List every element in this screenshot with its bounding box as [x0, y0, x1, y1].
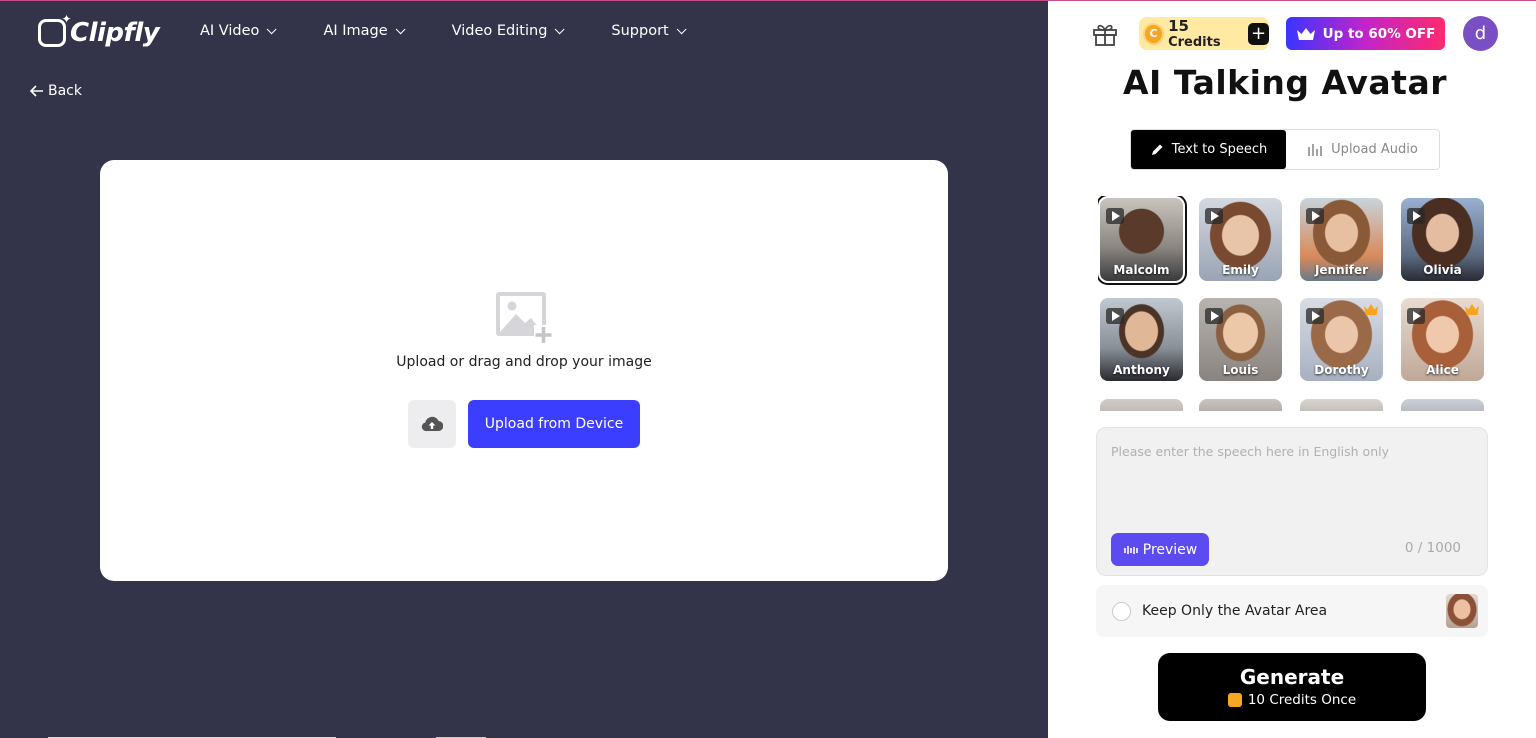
avatar-name: Olivia [1423, 263, 1462, 277]
avatar-name: Anthony [1113, 363, 1170, 377]
avatar-card-jennifer[interactable]: Jennifer [1300, 198, 1383, 281]
generate-label: Generate [1239, 665, 1345, 689]
nav-item-support[interactable]: Support [611, 23, 687, 39]
avatar-image [1401, 399, 1484, 411]
upgrade-button[interactable]: Up to 60% OFF [1286, 17, 1445, 50]
avatar-name: Jennifer [1314, 263, 1369, 277]
character-counter: 0 / 1000 [1404, 540, 1461, 556]
upgrade-label: Up to 60% OFF [1322, 25, 1436, 42]
nav-label: Video Editing [451, 23, 548, 39]
play-icon[interactable] [1306, 208, 1324, 224]
chevron-down-icon [267, 23, 278, 34]
speech-input-box[interactable]: Please enter the speech here in English … [1096, 427, 1488, 576]
audio-bars-icon [1308, 143, 1323, 156]
tab-label: Text to Speech [1171, 142, 1268, 157]
nav-label: AI Video [200, 23, 260, 39]
nav-label: Support [611, 23, 669, 39]
back-label: Back [48, 83, 82, 99]
avatar-panel: C 15 Credits + Up to 60% OFF d AI Talkin… [1048, 1, 1536, 738]
pencil-icon [1151, 144, 1163, 155]
nav-item-video-editing[interactable]: Video Editing [451, 23, 565, 39]
add-credits-button[interactable]: + [1248, 22, 1269, 45]
play-icon[interactable] [1407, 308, 1425, 324]
avatar-name: Louis [1222, 363, 1259, 377]
generate-button[interactable]: Generate 10 Credits Once [1158, 653, 1426, 721]
input-mode-tabs: Text to Speech Upload Audio [1130, 129, 1440, 170]
keep-avatar-label: Keep Only the Avatar Area [1142, 603, 1328, 619]
avatar-card-emily[interactable]: Emily [1199, 198, 1282, 281]
tab-label: Upload Audio [1331, 142, 1418, 157]
play-icon[interactable] [1407, 208, 1425, 224]
keep-avatar-area-option[interactable]: Keep Only the Avatar Area [1096, 585, 1488, 637]
top-nav: Clipfly AI Video AI Image Video Editing … [38, 12, 687, 51]
page-title: AI Talking Avatar [1123, 63, 1447, 102]
upload-from-device-button[interactable]: Upload from Device [468, 400, 640, 448]
avatar-card-louis[interactable]: Louis [1199, 298, 1282, 381]
play-icon[interactable] [1205, 308, 1223, 324]
play-icon[interactable] [1106, 308, 1124, 324]
avatar-image [1100, 399, 1183, 411]
nav-item-ai-image[interactable]: AI Image [323, 23, 406, 39]
premium-crown-icon [1364, 304, 1378, 315]
avatar-name: Emily [1222, 263, 1259, 277]
logo-text: Clipfly [70, 18, 160, 48]
chevron-down-icon [395, 23, 406, 34]
speech-placeholder: Please enter the speech here in English … [1111, 444, 1389, 459]
premium-crown-icon [1465, 304, 1479, 315]
avatar-card-olivia[interactable]: Olivia [1401, 198, 1484, 281]
credits-label: 15 Credits [1168, 17, 1221, 50]
avatar-card-partial[interactable] [1300, 399, 1383, 411]
play-icon[interactable] [1106, 208, 1124, 224]
play-icon[interactable] [1306, 308, 1324, 324]
logo-icon [38, 12, 71, 47]
cloud-upload-button[interactable] [408, 400, 456, 448]
upload-prompt: Upload or drag and drop your image [396, 354, 652, 370]
play-icon[interactable] [1205, 208, 1223, 224]
keep-avatar-radio[interactable] [1112, 602, 1131, 621]
credits-badge[interactable]: C 15 Credits + [1139, 17, 1269, 50]
chevron-down-icon [676, 23, 687, 34]
coin-icon: C [1143, 22, 1165, 45]
avatar-card-partial[interactable] [1401, 399, 1484, 411]
avatar-name: Dorothy [1314, 363, 1369, 377]
avatar-name: Malcolm [1113, 263, 1170, 277]
avatar-thumbnail [1446, 594, 1478, 628]
logo[interactable]: Clipfly [38, 12, 160, 48]
avatar-image [1199, 399, 1282, 411]
image-add-icon [496, 292, 553, 344]
nav-label: AI Image [323, 23, 388, 39]
nav-item-ai-video[interactable]: AI Video [200, 23, 278, 39]
nav-menu: AI Video AI Image Video Editing Support [200, 23, 733, 39]
back-link[interactable]: Back [30, 83, 82, 99]
avatar-name: Alice [1426, 363, 1459, 377]
preview-label: Preview [1142, 541, 1198, 558]
avatar-card-dorothy[interactable]: Dorothy [1300, 298, 1383, 381]
generate-cost: 10 Credits Once [1158, 692, 1426, 708]
tab-text-to-speech[interactable]: Text to Speech [1131, 130, 1286, 169]
workspace: Clipfly AI Video AI Image Video Editing … [0, 1, 1048, 738]
cloud-upload-icon [421, 416, 443, 432]
tab-upload-audio[interactable]: Upload Audio [1286, 130, 1439, 169]
avatar-card-partial[interactable] [1100, 399, 1183, 411]
upload-dropzone[interactable]: Upload or drag and drop your image Uploa… [100, 160, 948, 581]
arrow-left-icon [30, 85, 43, 97]
crown-icon [1296, 27, 1315, 40]
user-avatar[interactable]: d [1463, 16, 1498, 51]
audio-wave-icon [1123, 545, 1138, 554]
avatar-card-malcolm[interactable]: Malcolm [1098, 196, 1187, 285]
coin-icon [1227, 693, 1242, 707]
gift-icon[interactable] [1092, 21, 1118, 47]
chevron-down-icon [555, 23, 565, 34]
avatar-card-alice[interactable]: Alice [1401, 298, 1484, 381]
avatar-grid: Malcolm Emily Jennifer Olivia Anthony Lo… [1098, 196, 1498, 411]
avatar-card-anthony[interactable]: Anthony [1100, 298, 1183, 381]
preview-button[interactable]: Preview [1111, 533, 1209, 566]
generate-cost-label: 10 Credits Once [1247, 692, 1357, 708]
avatar-card-partial[interactable] [1199, 399, 1282, 411]
avatar-image [1300, 399, 1383, 411]
